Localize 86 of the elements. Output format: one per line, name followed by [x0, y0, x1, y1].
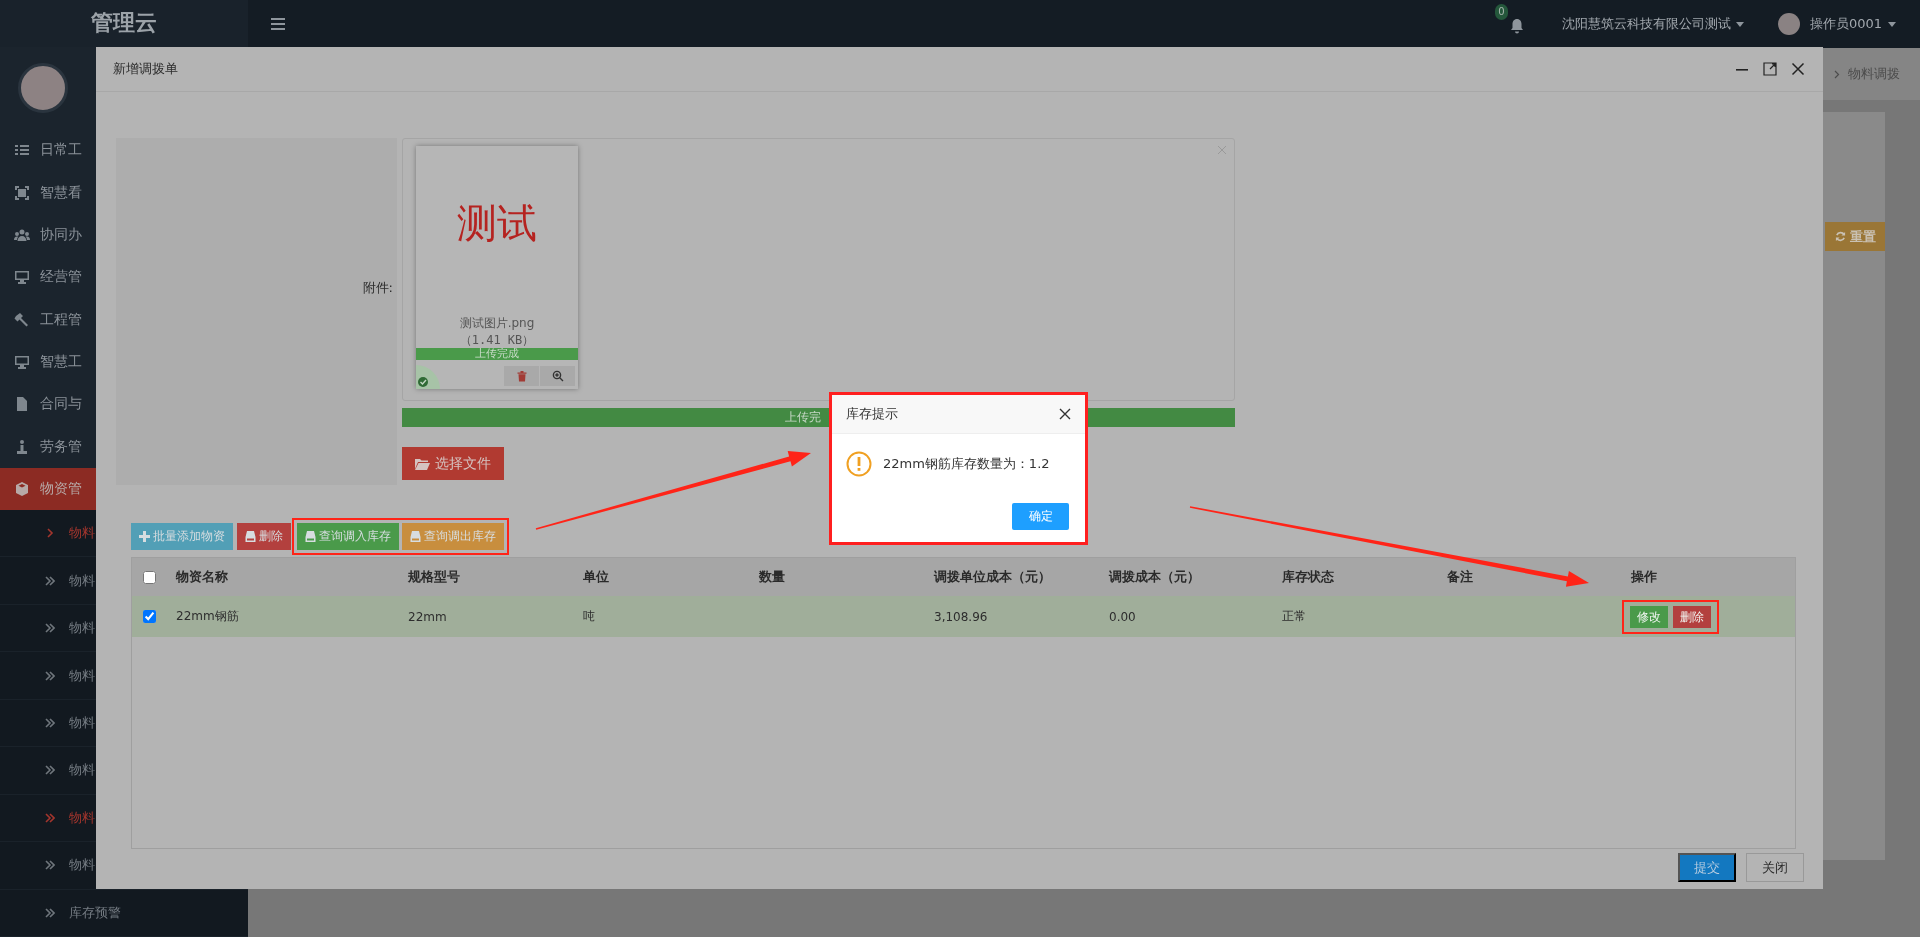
table-cell-text: 吨	[582, 608, 596, 625]
monitor-icon	[14, 269, 30, 286]
footer-button[interactable]: 关闭	[1746, 853, 1804, 882]
drive-icon	[410, 531, 421, 542]
refresh-icon	[1834, 231, 1846, 242]
progress-label: 上传完	[784, 409, 821, 426]
column-header: 数量	[758, 568, 786, 586]
toolbar-button[interactable]: 删除	[237, 523, 291, 550]
company-menu[interactable]: 沈阳慧筑云科技有限公司测试	[1561, 15, 1731, 33]
select-all-checkbox[interactable]	[143, 570, 156, 584]
modal-title: 新增调拨单	[113, 60, 178, 78]
footer-button[interactable]: 提交	[1678, 853, 1736, 882]
person-icon	[14, 438, 30, 455]
column-header: 调拨成本（元）	[1107, 568, 1201, 586]
table-cell-text: 正常	[1281, 608, 1307, 625]
table-cell-text: 22mm钢筋	[175, 608, 240, 625]
logo: 管理云	[91, 9, 157, 38]
column-header: 备注	[1446, 568, 1474, 586]
nav-item[interactable]: 智慧看	[0, 171, 248, 214]
upload-status: 上传完成	[416, 348, 578, 360]
column-header: 调拨单位成本（元）	[932, 568, 1052, 586]
toolbar-button[interactable]: 查询调入库存	[297, 523, 399, 550]
file-size: （1.41 KB）	[458, 332, 536, 348]
maximize-icon[interactable]	[1762, 61, 1778, 77]
bell-icon[interactable]	[1508, 18, 1525, 34]
double-chevron-icon	[45, 907, 55, 918]
field-label: 附件:	[362, 279, 393, 297]
caret-icon	[1888, 21, 1896, 27]
column-header: 操作	[1630, 568, 1658, 586]
double-chevron-icon	[45, 623, 55, 634]
table-row[interactable]: 22mm钢筋 22mm 吨 3,108.96 0.00 正常 修改 删除	[132, 596, 1795, 637]
column-header: 规格型号	[407, 568, 461, 586]
double-chevron-icon	[45, 812, 55, 823]
nav-item[interactable]: 经营管	[0, 256, 248, 299]
chevron-icon	[1834, 69, 1840, 79]
preview-text: 测试	[456, 199, 538, 248]
close-icon[interactable]	[1059, 408, 1071, 420]
trash-icon	[515, 370, 528, 382]
menu-icon[interactable]	[271, 18, 285, 30]
dialog-message: 22mm钢筋库存数量为：1.2	[883, 455, 1050, 473]
frame-icon	[14, 184, 30, 201]
hammer-icon	[14, 311, 30, 328]
monitor-icon	[14, 353, 30, 370]
nav-item[interactable]: 智慧工	[0, 340, 248, 384]
caret-icon	[1735, 21, 1744, 27]
double-chevron-icon	[45, 860, 55, 871]
nav-item[interactable]: 合同与	[0, 383, 248, 426]
row-checkbox[interactable]	[143, 610, 156, 623]
column-header: 单位	[582, 568, 610, 586]
column-header: 库存状态	[1281, 568, 1335, 586]
drive-icon	[305, 531, 316, 542]
zoom-button[interactable]	[540, 366, 575, 386]
column-header: 物资名称	[175, 568, 229, 586]
close-icon[interactable]	[1790, 61, 1806, 77]
chevron-icon	[45, 528, 55, 539]
delete-button[interactable]	[504, 366, 539, 386]
cube-icon	[14, 480, 30, 497]
notification-badge: 0	[1494, 4, 1508, 20]
avatar	[1777, 13, 1800, 35]
submenu-item[interactable]: 库存预警	[0, 889, 248, 937]
table-cell-text: 0.00	[1108, 609, 1137, 624]
double-chevron-icon	[45, 670, 55, 681]
warning-icon	[846, 451, 872, 477]
user-menu[interactable]: 操作员0001	[1809, 15, 1882, 33]
avatar	[18, 63, 68, 113]
double-chevron-icon	[45, 575, 55, 586]
folder-icon	[415, 457, 430, 470]
table-cell-text: 3,108.96	[933, 609, 989, 624]
nav-item[interactable]: 协同办	[0, 213, 248, 257]
nav-item[interactable]: 日常工	[0, 129, 248, 172]
nav-item[interactable]: 劳务管	[0, 425, 248, 468]
table-cell-text: 22mm	[407, 609, 448, 624]
nav-item[interactable]: 工程管	[0, 298, 248, 341]
row-action-button[interactable]: 删除	[1673, 605, 1711, 628]
drive-icon	[245, 531, 256, 542]
choose-file-button[interactable]: 选择文件	[402, 447, 504, 480]
row-action-button[interactable]: 修改	[1630, 605, 1668, 628]
double-chevron-icon	[45, 717, 55, 728]
dialog-title: 库存提示	[846, 405, 898, 423]
confirm-button[interactable]: 确定	[1012, 503, 1069, 530]
file-icon	[14, 396, 30, 413]
zoom-in-icon	[551, 370, 564, 382]
plus-icon	[139, 531, 150, 542]
double-chevron-icon	[45, 765, 55, 776]
people-icon	[14, 227, 30, 244]
file-name: 测试图片.png	[458, 315, 536, 332]
